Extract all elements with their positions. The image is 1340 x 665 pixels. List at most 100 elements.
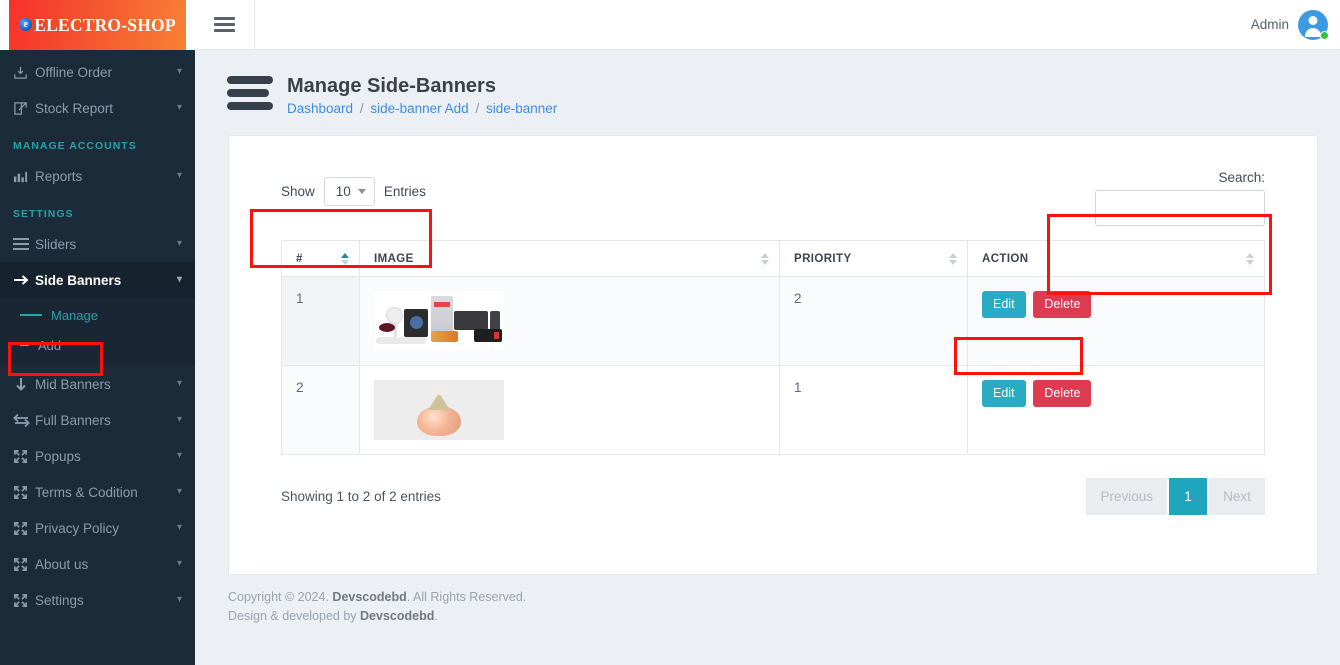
footer-copyright-post: . All Rights Reserved.: [406, 590, 527, 604]
breadcrumb-dashboard[interactable]: Dashboard: [287, 101, 353, 116]
footer-copyright: Copyright © 2024. Devscodebd. All Rights…: [228, 588, 1340, 607]
sort-icon: [949, 252, 957, 265]
sidebar-heading-accounts: MANAGE ACCOUNTS: [13, 140, 137, 152]
column-header-index[interactable]: #: [281, 240, 360, 277]
sidebar-item-label: Settings: [35, 592, 84, 608]
delete-button[interactable]: Delete: [1033, 291, 1092, 318]
footer-credit-post: .: [434, 608, 438, 623]
chevron-down-icon: ▾: [176, 450, 182, 461]
search-label: Search:: [1218, 170, 1265, 185]
edit-button[interactable]: Edit: [982, 291, 1026, 318]
breadcrumb: Dashboard / side-banner Add / side-banne…: [287, 101, 557, 116]
show-label: Show: [281, 184, 315, 199]
search-control: Search:: [1095, 164, 1265, 226]
entries-info: Showing 1 to 2 of 2 entries: [281, 489, 441, 504]
topbar: Admin: [195, 0, 1340, 50]
datatable-wrapper: Show 10 Entries Search: # IMAGE PRIORITY…: [251, 156, 1295, 515]
chevron-down-icon: ▾: [176, 66, 182, 77]
sidebar-item-terms-condition[interactable]: Terms & Codition ▾: [0, 474, 195, 510]
sidebar-item-about-us[interactable]: About us ▾: [0, 546, 195, 582]
brand-e-icon: e: [19, 17, 33, 31]
sidebar-item-privacy-policy[interactable]: Privacy Policy ▾: [0, 510, 195, 546]
sidebar-heading-settings: SETTINGS: [13, 208, 74, 220]
pagination-page-1[interactable]: 1: [1169, 478, 1207, 515]
bar-chart-icon: [13, 169, 35, 184]
pagination: Previous 1 Next: [1086, 478, 1265, 515]
page-length-value: 10: [335, 184, 351, 199]
breadcrumb-side-banner[interactable]: side-banner: [486, 101, 557, 116]
cell-priority: 2: [779, 276, 968, 366]
sidebar-item-sliders[interactable]: Sliders ▾: [0, 226, 195, 262]
breadcrumb-separator: /: [359, 101, 364, 116]
banner-thumbnail-appliances[interactable]: [374, 291, 504, 351]
avatar-head-icon: [1308, 15, 1318, 25]
sidebar-item-label: Popups: [35, 448, 81, 464]
sidebar-item-label: Offline Order: [35, 64, 113, 80]
cell-image: [359, 276, 780, 366]
edit-button[interactable]: Edit: [982, 380, 1026, 407]
breadcrumb-separator: /: [475, 101, 480, 116]
pagination-previous[interactable]: Previous: [1086, 478, 1167, 515]
expand-icon: [13, 557, 35, 572]
sidebar-item-side-banners[interactable]: Side Banners ▾: [0, 262, 195, 298]
table-body: 1 2 Edit Delete 2 1 Edit Delete: [281, 276, 1265, 455]
column-header-image[interactable]: IMAGE: [359, 240, 780, 277]
sidebar-item-label: Mid Banners: [35, 376, 111, 392]
column-header-priority[interactable]: PRIORITY: [779, 240, 968, 277]
sidebar-item-label: Reports: [35, 168, 83, 184]
download-box-icon: [13, 65, 35, 80]
sidebar-item-full-banners[interactable]: Full Banners ▾: [0, 402, 195, 438]
sidebar-item-settings[interactable]: Settings ▾: [0, 582, 195, 618]
arrow-down-icon: [13, 377, 35, 391]
column-label: ACTION: [982, 253, 1029, 265]
brand-logo[interactable]: e ELECTRO-SHOP: [0, 0, 195, 50]
footer-brand: Devscodebd: [332, 590, 407, 604]
chevron-down-icon: ▾: [176, 238, 182, 249]
dash-icon: [20, 314, 42, 316]
sort-icon: [341, 252, 349, 265]
submenu-item-label: Add: [38, 337, 62, 353]
expand-icon: [13, 593, 35, 608]
side-banners-submenu: Manage Add: [0, 298, 195, 366]
sidebar-item-popups[interactable]: Popups ▾: [0, 438, 195, 474]
sidebar-toggle-button[interactable]: [195, 0, 255, 50]
banner-thumbnail-perfume[interactable]: [374, 380, 504, 440]
page-body: Manage Side-Banners Dashboard / side-ban…: [195, 51, 1340, 665]
topbar-user-area[interactable]: Admin: [1251, 9, 1340, 40]
table-head: # IMAGE PRIORITY ACTION: [281, 240, 1265, 277]
pagination-next[interactable]: Next: [1209, 478, 1265, 515]
submenu-item-add[interactable]: Add: [0, 330, 195, 360]
page-footer: Copyright © 2024. Devscodebd. All Rights…: [195, 575, 1340, 626]
online-status-dot: [1320, 30, 1329, 40]
avatar[interactable]: [1298, 9, 1329, 40]
datatable-card: Show 10 Entries Search: # IMAGE PRIORITY…: [228, 135, 1318, 575]
sidebar-item-mid-banners[interactable]: Mid Banners ▾: [0, 366, 195, 402]
delete-button[interactable]: Delete: [1033, 380, 1092, 407]
breadcrumb-side-banner-add[interactable]: side-banner Add: [370, 101, 468, 116]
expand-icon: [13, 485, 35, 500]
column-label: #: [296, 253, 303, 265]
page-length-select[interactable]: 10: [323, 177, 375, 206]
list-lines-icon: [13, 237, 35, 251]
sidebar-item-stock-report[interactable]: Stock Report ▾: [0, 90, 195, 126]
footer-brand: Devscodebd: [360, 608, 435, 623]
chevron-down-icon: ▾: [176, 274, 182, 285]
search-input[interactable]: [1095, 190, 1265, 226]
chevron-down-icon: ▾: [176, 594, 182, 605]
footer-copyright-pre: Copyright © 2024.: [228, 590, 333, 604]
sidebar-item-reports[interactable]: Reports ▾: [0, 158, 195, 194]
expand-icon: [13, 449, 35, 464]
table-header-row: # IMAGE PRIORITY ACTION: [281, 240, 1265, 277]
side-banners-table: # IMAGE PRIORITY ACTION 1 2 Edit Delete …: [281, 240, 1265, 455]
avatar-body-icon: [1305, 27, 1321, 37]
cell-action: Edit Delete: [967, 276, 1265, 366]
datatable-controls: Show 10 Entries Search:: [281, 164, 1265, 226]
cell-index: 2: [281, 365, 360, 455]
submenu-item-manage[interactable]: Manage: [0, 300, 195, 330]
arrow-right-icon: [13, 273, 35, 287]
sidebar-item-offline-order[interactable]: Offline Order ▾: [0, 54, 195, 90]
sort-icon: [1246, 252, 1254, 265]
page-header: Manage Side-Banners Dashboard / side-ban…: [195, 51, 1340, 130]
column-header-action[interactable]: ACTION: [967, 240, 1265, 277]
expand-icon: [13, 521, 35, 536]
